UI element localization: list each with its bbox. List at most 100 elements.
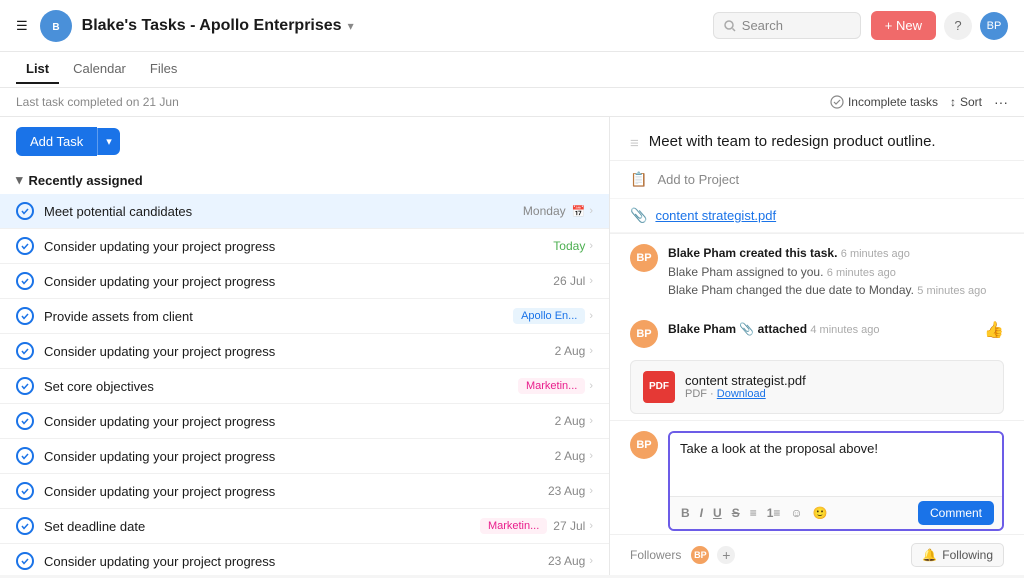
strikethrough-tool[interactable]: S bbox=[729, 504, 743, 522]
task-row[interactable]: Provide assets from clientApollo En...› bbox=[0, 299, 609, 334]
detail-lines-icon: ≡ bbox=[630, 135, 639, 152]
attachment-link[interactable]: content strategist.pdf bbox=[655, 208, 776, 223]
task-check-icon[interactable] bbox=[16, 482, 34, 500]
pdf-icon: PDF bbox=[643, 371, 675, 403]
task-row[interactable]: Consider updating your project progress2… bbox=[0, 264, 609, 299]
emoji-tool[interactable]: ☺ bbox=[787, 504, 805, 522]
sort-icon: ↕ bbox=[950, 95, 956, 109]
task-check-icon[interactable] bbox=[16, 202, 34, 220]
task-row[interactable]: Set core objectivesMarketin...› bbox=[0, 369, 609, 404]
task-row[interactable]: Consider updating your project progressT… bbox=[0, 229, 609, 264]
more-options-button[interactable]: ··· bbox=[994, 94, 1008, 110]
hamburger-icon[interactable]: ☰ bbox=[16, 18, 28, 34]
add-to-project-section[interactable]: 📋 Add to Project bbox=[610, 161, 1024, 199]
task-row[interactable]: Consider updating your project progress2… bbox=[0, 544, 609, 575]
add-follower-button[interactable]: + bbox=[715, 544, 737, 566]
attachment-row: 📎 content strategist.pdf bbox=[610, 199, 1024, 233]
task-row-chevron-icon: › bbox=[589, 520, 593, 532]
add-to-project-label: Add to Project bbox=[657, 172, 739, 187]
ordered-list-tool[interactable]: 1≡ bbox=[764, 504, 784, 522]
section-header: ▾ Recently assigned bbox=[0, 166, 609, 194]
task-check-icon[interactable] bbox=[16, 517, 34, 535]
task-name: Provide assets from client bbox=[44, 309, 513, 324]
followers-bar: Followers BP + 🔔 Following bbox=[610, 534, 1024, 575]
activity-item-1: BP Blake Pham created this task. 6 minut… bbox=[610, 234, 1024, 310]
project-icon: 📋 bbox=[630, 171, 647, 188]
add-task-button[interactable]: Add Task bbox=[16, 127, 97, 156]
task-row-chevron-icon: › bbox=[589, 310, 593, 322]
pdf-attachment: PDF content strategist.pdf PDF · Downloa… bbox=[630, 360, 1004, 414]
circle-check-icon bbox=[830, 95, 844, 109]
tab-list[interactable]: List bbox=[16, 55, 59, 84]
task-panel: Add Task ▾ ▾ Recently assigned Meet pote… bbox=[0, 117, 610, 575]
task-check-icon[interactable] bbox=[16, 237, 34, 255]
help-button[interactable]: ? bbox=[944, 12, 972, 40]
task-check-icon[interactable] bbox=[16, 412, 34, 430]
task-check-icon[interactable] bbox=[16, 377, 34, 395]
activity-time-2: 4 minutes ago bbox=[810, 324, 879, 336]
task-row[interactable]: Set deadline dateMarketin...27 Jul› bbox=[0, 509, 609, 544]
thumbs-up-icon[interactable]: 👍 bbox=[984, 320, 1004, 340]
task-date: 2 Aug bbox=[555, 414, 586, 428]
task-row-chevron-icon: › bbox=[589, 275, 593, 287]
task-row-chevron-icon: › bbox=[589, 380, 593, 392]
following-label: Following bbox=[942, 548, 993, 562]
activity-content-1: Blake Pham created this task. 6 minutes … bbox=[668, 244, 1004, 300]
task-check-icon[interactable] bbox=[16, 447, 34, 465]
activity-time-1: 6 minutes ago bbox=[841, 248, 910, 260]
unordered-list-tool[interactable]: ≡ bbox=[747, 504, 760, 522]
task-date: 27 Jul bbox=[553, 519, 585, 533]
pdf-name: content strategist.pdf bbox=[685, 373, 991, 388]
task-meta: 23 Aug bbox=[548, 554, 585, 568]
user-avatar[interactable]: BP bbox=[980, 12, 1008, 40]
activity-subline-1: Blake Pham assigned to you. 6 minutes ag… bbox=[668, 265, 896, 279]
task-name: Consider updating your project progress bbox=[44, 414, 555, 429]
detail-header: ≡ Meet with team to redesign product out… bbox=[610, 117, 1024, 161]
new-button[interactable]: + New bbox=[871, 11, 936, 40]
task-date: 23 Aug bbox=[548, 554, 585, 568]
comment-submit-button[interactable]: Comment bbox=[918, 501, 994, 525]
pdf-download-link[interactable]: Download bbox=[717, 388, 766, 400]
task-row[interactable]: Consider updating your project progress2… bbox=[0, 334, 609, 369]
task-name: Consider updating your project progress bbox=[44, 239, 553, 254]
title-chevron-icon[interactable]: ▾ bbox=[348, 19, 354, 33]
task-check-icon[interactable] bbox=[16, 272, 34, 290]
following-button[interactable]: 🔔 Following bbox=[911, 543, 1004, 567]
add-task-dropdown-button[interactable]: ▾ bbox=[97, 128, 120, 155]
tab-calendar[interactable]: Calendar bbox=[63, 55, 136, 84]
task-name: Consider updating your project progress bbox=[44, 449, 555, 464]
task-row[interactable]: Consider updating your project progress2… bbox=[0, 474, 609, 509]
tab-files[interactable]: Files bbox=[140, 55, 187, 84]
task-date: 2 Aug bbox=[555, 449, 586, 463]
sort-button[interactable]: ↕ Sort bbox=[950, 95, 982, 109]
underline-tool[interactable]: U bbox=[710, 504, 725, 522]
task-row[interactable]: Consider updating your project progress2… bbox=[0, 439, 609, 474]
app-logo: B bbox=[40, 10, 72, 42]
task-row[interactable]: Meet potential candidatesMonday📅› bbox=[0, 194, 609, 229]
task-check-icon[interactable] bbox=[16, 552, 34, 570]
incomplete-tasks-filter[interactable]: Incomplete tasks bbox=[830, 95, 938, 109]
task-toolbar: Add Task ▾ bbox=[0, 117, 609, 166]
task-check-icon[interactable] bbox=[16, 342, 34, 360]
pdf-meta: PDF · Download bbox=[685, 388, 991, 400]
task-list: Meet potential candidatesMonday📅›Conside… bbox=[0, 194, 609, 575]
search-box[interactable]: Search bbox=[713, 12, 861, 39]
attachment-clip-icon: 📎 bbox=[630, 207, 647, 224]
activity-subline-2: Blake Pham changed the due date to Monda… bbox=[668, 283, 986, 297]
section-collapse-icon[interactable]: ▾ bbox=[16, 172, 23, 188]
task-meta: Today bbox=[553, 239, 585, 253]
comment-textarea[interactable]: Take a look at the proposal above! bbox=[670, 433, 1002, 493]
activity-item-2: BP Blake Pham 📎 attached 4 minutes ago 👍 bbox=[610, 310, 1024, 358]
detail-body: 📋 Add to Project 📎 content strategist.pd… bbox=[610, 161, 1024, 534]
activity-verb: attached bbox=[758, 322, 807, 336]
task-row[interactable]: Consider updating your project progress2… bbox=[0, 404, 609, 439]
followers-label: Followers bbox=[630, 548, 681, 562]
smiley-tool[interactable]: 🙂 bbox=[810, 504, 831, 522]
bold-tool[interactable]: B bbox=[678, 504, 693, 522]
italic-tool[interactable]: I bbox=[697, 504, 706, 522]
task-row-chevron-icon: › bbox=[589, 450, 593, 462]
task-row-chevron-icon: › bbox=[589, 415, 593, 427]
activity-avatar-2: BP bbox=[630, 320, 658, 348]
task-check-icon[interactable] bbox=[16, 307, 34, 325]
search-icon bbox=[724, 20, 736, 32]
